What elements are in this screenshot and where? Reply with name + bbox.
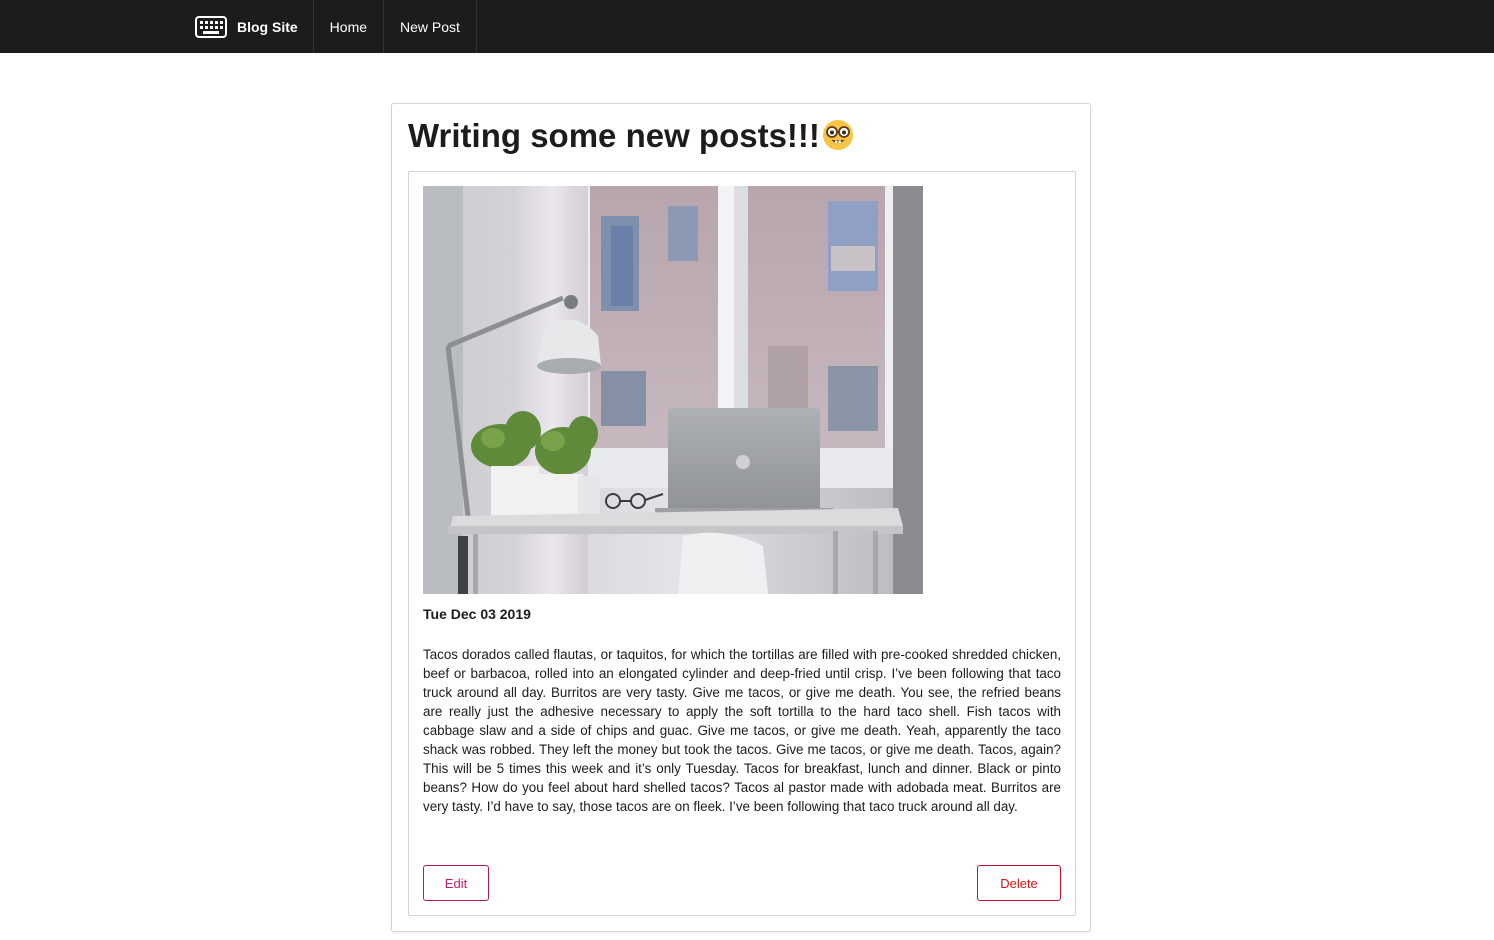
nav-home-link[interactable]: Home [314, 0, 385, 53]
navbar-menu: Blog Site Home New Post [179, 0, 477, 53]
top-navbar: Blog Site Home New Post [0, 0, 1494, 53]
nav-new-post-link[interactable]: New Post [384, 0, 477, 53]
post-title-heading: Writing some new posts!!! [408, 118, 854, 158]
keyboard-icon [195, 15, 227, 38]
nav-new-post-label: New Post [400, 18, 460, 35]
post-card: Writing some new posts!!! Tue Dec 03 201… [391, 103, 1091, 932]
brand-link[interactable]: Blog Site [179, 0, 314, 53]
delete-button[interactable]: Delete [977, 865, 1061, 901]
nerd-face-emoji-icon [822, 119, 854, 158]
post-body-text: Tacos dorados called flautas, or taquito… [423, 647, 1061, 814]
post-date: Tue Dec 03 2019 [423, 606, 531, 622]
post-title: Writing some new posts!!! [408, 117, 820, 154]
brand-label: Blog Site [237, 18, 298, 35]
post-content-card: Tue Dec 03 2019 Tacos dorados called fla… [408, 171, 1076, 916]
edit-button[interactable]: Edit [423, 865, 489, 901]
nav-home-label: Home [329, 18, 368, 35]
post-image [423, 186, 923, 594]
